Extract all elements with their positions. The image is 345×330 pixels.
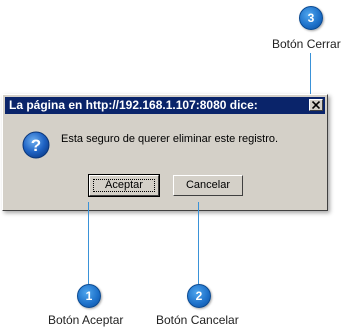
close-icon: [312, 101, 320, 109]
cancel-button-label: Cancelar: [185, 179, 231, 191]
dialog-message: Esta seguro de querer eliminar este regi…: [61, 133, 279, 145]
dialog-title: La página en http://192.168.1.107:8080 d…: [9, 98, 258, 112]
callout-line-1: [88, 202, 89, 284]
callout-label-accept: Botón Aceptar: [48, 313, 124, 327]
accept-button[interactable]: Aceptar: [88, 174, 160, 197]
alert-dialog: La página en http://192.168.1.107:8080 d…: [2, 94, 328, 211]
callout-badge-1: 1: [77, 284, 101, 308]
cancel-button[interactable]: Cancelar: [173, 175, 243, 196]
accept-button-label: Aceptar: [105, 179, 143, 191]
question-icon: ?: [22, 131, 50, 159]
close-button[interactable]: [309, 99, 323, 111]
callout-line-3: [310, 53, 311, 97]
callout-badge-2: 2: [187, 284, 211, 308]
callout-label-cancel: Botón Cancelar: [156, 313, 239, 327]
dialog-titlebar: La página en http://192.168.1.107:8080 d…: [5, 97, 325, 114]
callout-label-close: Botón Cerrar: [272, 37, 341, 51]
svg-text:?: ?: [31, 136, 41, 155]
callout-line-2: [198, 202, 199, 284]
callout-badge-3: 3: [299, 6, 323, 30]
